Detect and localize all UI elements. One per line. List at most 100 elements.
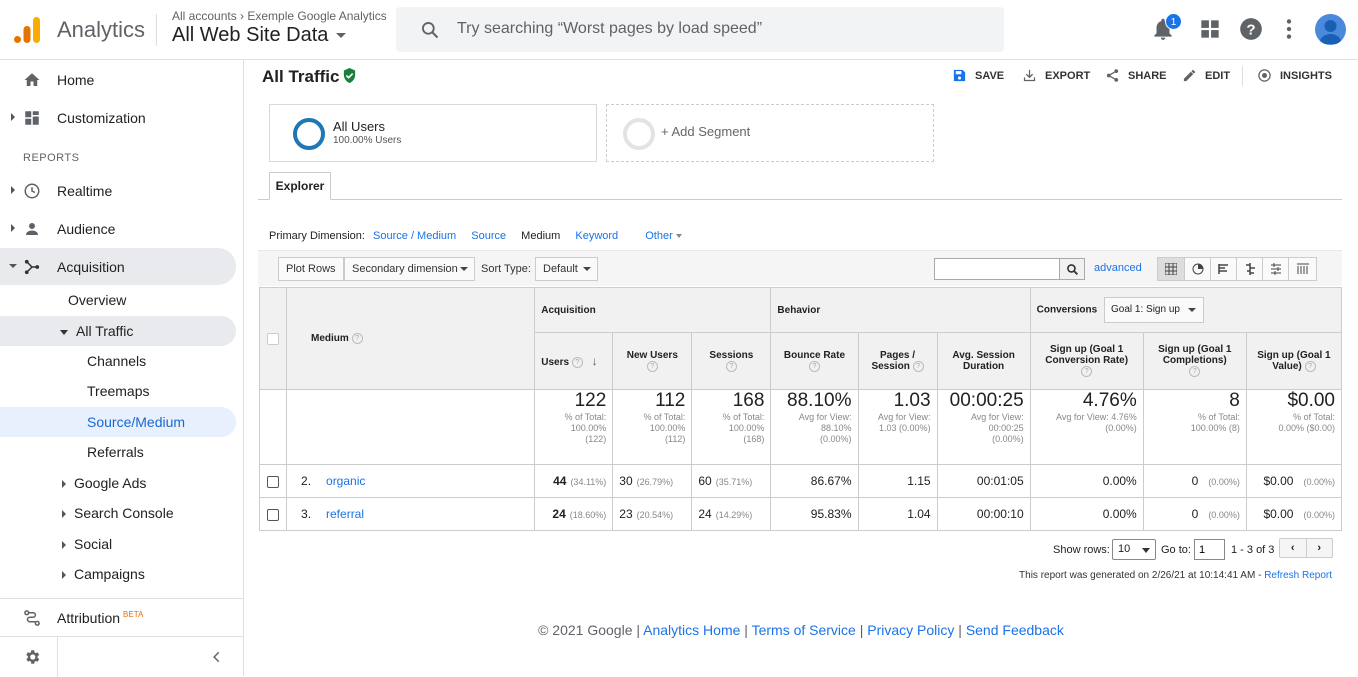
sidebar-item-social[interactable]: Social <box>62 529 112 559</box>
medium-link[interactable]: organic <box>326 474 365 488</box>
help-icon[interactable]: ? <box>808 360 820 372</box>
add-segment-button[interactable]: + Add Segment <box>606 104 934 162</box>
footer-link-terms[interactable]: Terms of Service <box>752 622 856 638</box>
apps-grid-icon[interactable] <box>1197 16 1223 42</box>
row-checkbox[interactable] <box>267 508 279 521</box>
table-filter-input[interactable] <box>934 258 1060 280</box>
comparison-view-icon[interactable] <box>1237 258 1263 280</box>
help-icon[interactable]: ? <box>912 360 924 372</box>
col-goal-value[interactable]: Sign up (Goal 1 Value) ? <box>1245 332 1343 390</box>
col-goal-conversion-rate[interactable]: Sign up (Goal 1 Conversion Rate)? <box>1029 332 1144 390</box>
collapse-sidebar-chevron-icon[interactable] <box>210 650 224 664</box>
row-select-cell <box>258 464 288 498</box>
segment-name: All Users <box>333 119 386 134</box>
select-all-checkbox[interactable] <box>267 332 279 345</box>
help-icon[interactable]: ? <box>646 360 658 372</box>
sidebar-item-channels[interactable]: Channels <box>87 346 146 376</box>
help-icon[interactable]: ? <box>1304 360 1316 372</box>
filter-search-button[interactable] <box>1059 258 1085 280</box>
analytics-logo-icon[interactable] <box>14 15 40 43</box>
share-button[interactable]: SHARE <box>1105 68 1167 83</box>
sidebar-item-attribution[interactable]: Attribution BETA <box>0 599 244 636</box>
col-bounce-rate[interactable]: Bounce Rate? <box>770 332 859 390</box>
data-table-view-icon[interactable] <box>1158 258 1185 280</box>
save-button[interactable]: SAVE <box>952 68 1004 83</box>
help-icon[interactable]: ? <box>1081 366 1093 378</box>
col-label: Sign up (Goal 1 Completions) <box>1158 344 1232 367</box>
pie-chart-view-icon[interactable] <box>1185 258 1211 280</box>
edit-label: EDIT <box>1205 69 1231 82</box>
show-rows-select[interactable]: 10 <box>1112 539 1156 560</box>
plot-rows-button[interactable]: Plot Rows <box>278 257 344 281</box>
total-cell: 8% of Total: 100.00% (8) <box>1142 389 1247 465</box>
next-page-chevron-icon[interactable]: › <box>1307 539 1333 557</box>
sidebar-item-treemaps[interactable]: Treemaps <box>87 376 150 406</box>
dimension-other[interactable]: Other <box>633 230 682 242</box>
insights-button[interactable]: INSIGHTS <box>1257 68 1332 83</box>
sidebar-item-campaigns[interactable]: Campaigns <box>62 559 145 589</box>
dimension-medium[interactable]: Medium <box>521 230 560 242</box>
tab-explorer[interactable]: Explorer <box>269 172 331 200</box>
medium-link[interactable]: referral <box>326 507 364 521</box>
select-all-cell <box>258 287 288 390</box>
refresh-report-link[interactable]: Refresh Report <box>1264 570 1332 581</box>
sidebar-item-google-ads[interactable]: Google Ads <box>62 468 146 498</box>
advanced-filter-link[interactable]: advanced <box>1094 262 1142 274</box>
col-avg-session-duration[interactable]: Avg. Session Duration <box>936 332 1031 390</box>
sidebar-item-referrals[interactable]: Referrals <box>87 437 144 467</box>
total-note: Avg for View: <box>877 412 931 422</box>
search-bar[interactable]: Try searching “Worst pages by load speed… <box>396 7 1004 52</box>
goal-selector-dropdown[interactable]: Goal 1: Sign up <box>1104 297 1204 323</box>
sidebar-item-customization[interactable]: Customization <box>0 99 244 136</box>
sidebar-item-overview[interactable]: Overview <box>68 285 126 315</box>
account-breadcrumb[interactable]: All accounts › Exemple Google Analytics <box>172 9 386 23</box>
help-icon[interactable]: ? <box>1189 366 1201 378</box>
sidebar-item-all-traffic[interactable]: All Traffic <box>0 316 236 346</box>
help-icon[interactable]: ? <box>351 332 363 344</box>
sidebar-item-search-console[interactable]: Search Console <box>62 498 174 528</box>
sidebar-item-home[interactable]: Home <box>0 61 244 98</box>
view-name: All Web Site Data <box>172 24 329 46</box>
more-vert-icon[interactable] <box>1276 16 1302 42</box>
medium-column-header[interactable]: Medium ? <box>286 287 536 390</box>
pivot-view-icon[interactable] <box>1289 258 1316 280</box>
cell-pct: (0.00%) <box>1208 477 1240 487</box>
sidebar-item-audience[interactable]: Audience <box>0 210 244 247</box>
total-note: % of Total: <box>1293 412 1335 422</box>
dimension-keyword[interactable]: Keyword <box>575 230 618 242</box>
export-label: EXPORT <box>1045 69 1091 82</box>
term-cloud-view-icon[interactable] <box>1263 258 1289 280</box>
footer-link-feedback[interactable]: Send Feedback <box>966 622 1064 638</box>
save-label: SAVE <box>975 69 1005 82</box>
secondary-dimension-dropdown[interactable]: Secondary dimension <box>344 257 475 281</box>
search-icon <box>422 22 439 39</box>
col-pages-session[interactable]: Pages / Session ? <box>857 332 938 390</box>
col-new-users[interactable]: New Users? <box>612 332 693 390</box>
total-note: (122) <box>585 434 607 444</box>
view-selector[interactable]: All Web Site Data <box>172 24 347 47</box>
footer-link-privacy[interactable]: Privacy Policy <box>867 622 954 638</box>
col-goal-completions[interactable]: Sign up (Goal 1 Completions)? <box>1142 332 1247 390</box>
edit-button[interactable]: EDIT <box>1182 68 1230 83</box>
user-avatar[interactable] <box>1315 14 1346 45</box>
segment-all-users[interactable]: All Users 100.00% Users <box>269 104 597 162</box>
footer-link-analytics-home[interactable]: Analytics Home <box>643 622 740 638</box>
sort-type-dropdown[interactable]: Default <box>535 257 598 281</box>
sidebar-item-realtime[interactable]: Realtime <box>0 172 244 209</box>
goto-page-input[interactable] <box>1194 539 1225 560</box>
dimension-source[interactable]: Source <box>471 230 506 242</box>
settings-gear-icon[interactable] <box>23 648 41 666</box>
prev-page-chevron-icon[interactable]: ‹ <box>1280 539 1307 557</box>
col-sessions[interactable]: Sessions? <box>691 332 772 390</box>
help-icon[interactable]: ? <box>725 360 737 372</box>
row-checkbox[interactable] <box>267 475 279 488</box>
performance-view-icon[interactable] <box>1211 258 1237 280</box>
dimension-source-medium[interactable]: Source / Medium <box>373 230 456 242</box>
sidebar-item-acquisition[interactable]: Acquisition <box>0 248 236 285</box>
help-icon[interactable]: ? <box>571 356 583 368</box>
acquisition-icon <box>24 259 40 274</box>
col-users[interactable]: Users ? ↓ <box>534 332 614 390</box>
sidebar-item-source-medium[interactable]: Source/Medium <box>0 407 236 437</box>
export-button[interactable]: EXPORT <box>1022 68 1090 83</box>
help-icon[interactable]: ? <box>1238 16 1264 42</box>
